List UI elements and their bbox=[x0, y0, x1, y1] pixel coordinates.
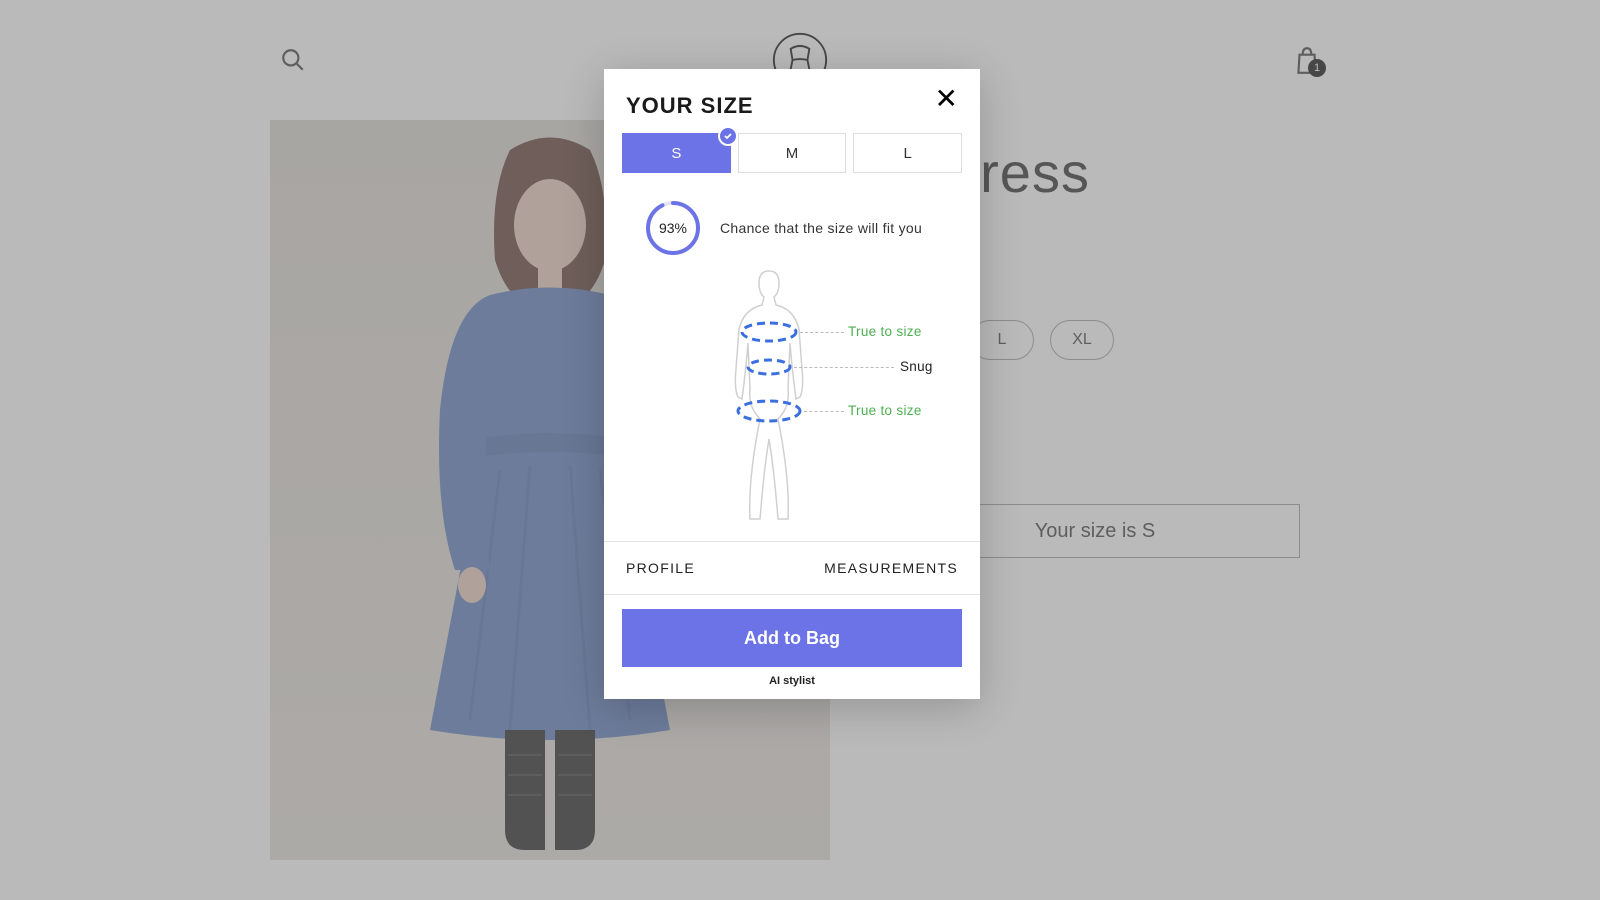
checkmark-icon bbox=[718, 126, 738, 146]
body-silhouette-icon bbox=[704, 269, 834, 529]
close-icon: ✕ bbox=[935, 83, 958, 114]
size-tabs: S M L bbox=[604, 133, 980, 173]
size-tab-label: S bbox=[671, 145, 681, 162]
fit-waist-label: Snug bbox=[900, 359, 933, 374]
connector-line bbox=[794, 367, 894, 368]
fit-percentage-value: 93% bbox=[644, 199, 702, 257]
ai-stylist-label: AI stylist bbox=[604, 675, 980, 699]
close-button[interactable]: ✕ bbox=[935, 85, 958, 113]
fit-percentage-ring: 93% bbox=[644, 199, 702, 257]
profile-link[interactable]: PROFILE bbox=[626, 560, 695, 576]
measurements-link[interactable]: MEASUREMENTS bbox=[824, 560, 958, 576]
modal-header: YOUR SIZE ✕ bbox=[604, 69, 980, 133]
connector-line bbox=[800, 332, 844, 333]
body-fit-diagram: True to size Snug True to size bbox=[604, 261, 980, 541]
fit-bust-label: True to size bbox=[848, 324, 922, 339]
size-tab-label: M bbox=[786, 145, 799, 162]
modal-title: YOUR SIZE bbox=[626, 93, 754, 119]
size-tab-s[interactable]: S bbox=[622, 133, 731, 173]
modal-footer-links: PROFILE MEASUREMENTS bbox=[604, 541, 980, 595]
connector-line bbox=[804, 411, 844, 412]
fit-probability-row: 93% Chance that the size will fit you bbox=[604, 193, 980, 261]
size-tab-l[interactable]: L bbox=[853, 133, 962, 173]
add-to-bag-button[interactable]: Add to Bag bbox=[622, 609, 962, 667]
fit-hips-label: True to size bbox=[848, 403, 922, 418]
size-tab-m[interactable]: M bbox=[738, 133, 847, 173]
size-tab-label: L bbox=[904, 145, 912, 162]
fit-description: Chance that the size will fit you bbox=[720, 218, 922, 239]
size-modal: YOUR SIZE ✕ S M L 93% Chance that the si… bbox=[604, 69, 980, 699]
